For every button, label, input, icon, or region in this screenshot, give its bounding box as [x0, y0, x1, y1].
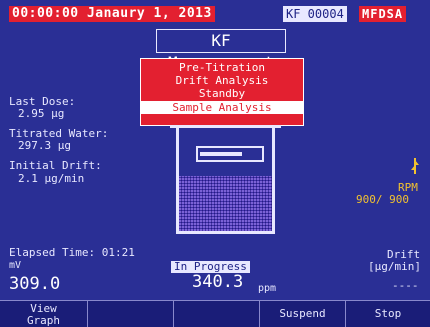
mode-drift-analysis[interactable]: Drift Analysis: [141, 74, 303, 87]
softkey-3[interactable]: [174, 301, 260, 327]
initial-drift-label: Initial Drift:: [9, 159, 102, 172]
kf-screen: 00:00:00 Janaury 1, 2013 KF 00004 MFDSA …: [0, 0, 430, 327]
mv-label: mV: [9, 260, 22, 271]
status-bar: 00:00:00 Janaury 1, 2013 KF 00004 MFDSA: [0, 0, 430, 28]
drift-unit: [µg/min]: [368, 260, 421, 273]
mode-sample-analysis[interactable]: Sample Analysis: [141, 101, 303, 114]
datetime-display: 00:00:00 Janaury 1, 2013: [9, 6, 215, 22]
suspend-button[interactable]: Suspend: [260, 301, 346, 327]
mv-value: 309.0: [9, 274, 61, 294]
elapsed-time: Elapsed Time: 01:21: [9, 246, 135, 259]
mode-standby[interactable]: Standby: [141, 87, 303, 100]
ppm-unit: ppm: [258, 283, 277, 294]
view-graph-label: View Graph: [26, 302, 61, 327]
titrated-water-value: 297.3 µg: [18, 139, 71, 152]
rpm-value: 900/ 900: [356, 193, 409, 206]
ppm-value: 340.3: [192, 272, 244, 292]
softkey-bar: View Graph Suspend Stop: [0, 300, 430, 327]
mode-selector[interactable]: Pre-Titration Drift Analysis Standby Sam…: [140, 58, 304, 126]
burette-icon: [196, 146, 264, 162]
stop-button[interactable]: Stop: [346, 301, 430, 327]
instrument-id: KF 00004: [283, 6, 347, 22]
sample-liquid: [179, 176, 272, 231]
stirrer-icon: [411, 158, 419, 174]
view-graph-button[interactable]: View Graph: [0, 301, 88, 327]
burette-level: [200, 152, 242, 156]
initial-drift-value: 2.1 µg/min: [18, 172, 85, 185]
last-dose-value: 2.95 µg: [18, 107, 65, 120]
brand-logo: MFDSA: [359, 6, 407, 22]
page-title: KF Measurement: [156, 29, 286, 72]
mode-pre-titration[interactable]: Pre-Titration: [141, 61, 303, 74]
drift-value: ----: [392, 279, 419, 292]
softkey-2[interactable]: [88, 301, 174, 327]
